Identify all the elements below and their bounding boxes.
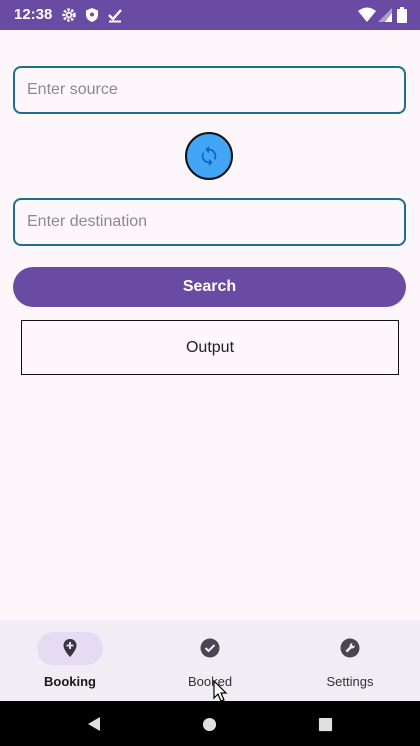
shield-icon bbox=[86, 8, 98, 22]
nav-item-settings[interactable]: Settings bbox=[280, 620, 420, 701]
source-field[interactable] bbox=[13, 66, 406, 114]
back-icon[interactable] bbox=[86, 716, 102, 732]
check-circle-icon bbox=[200, 638, 220, 658]
status-time: 12:38 bbox=[14, 6, 53, 23]
status-bar: 12:38 bbox=[0, 0, 420, 30]
gear-icon bbox=[62, 8, 76, 22]
search-button[interactable]: Search bbox=[13, 267, 406, 307]
download-check-icon bbox=[108, 9, 122, 23]
wrench-icon bbox=[340, 638, 360, 658]
output-box: Output bbox=[21, 320, 399, 375]
nav-label-settings: Settings bbox=[326, 674, 374, 689]
system-navigation-bar bbox=[0, 701, 420, 746]
swap-button[interactable] bbox=[185, 132, 233, 180]
bottom-navigation: Booking Booked Settings bbox=[0, 620, 420, 701]
location-add-icon bbox=[63, 639, 77, 657]
destination-field[interactable] bbox=[13, 198, 406, 246]
signal-icon bbox=[378, 8, 392, 22]
battery-icon bbox=[397, 7, 407, 23]
nav-item-booked[interactable]: Booked bbox=[140, 620, 280, 701]
wifi-icon bbox=[358, 7, 376, 22]
home-icon[interactable] bbox=[202, 717, 217, 732]
source-input[interactable] bbox=[15, 68, 404, 112]
swap-icon bbox=[201, 145, 217, 167]
destination-input[interactable] bbox=[15, 200, 404, 244]
output-text: Output bbox=[185, 338, 235, 356]
nav-label-booking: Booking bbox=[44, 674, 96, 689]
recents-icon[interactable] bbox=[318, 717, 333, 732]
nav-item-booking[interactable]: Booking bbox=[0, 620, 140, 701]
nav-label-booked: Booked bbox=[187, 674, 233, 689]
